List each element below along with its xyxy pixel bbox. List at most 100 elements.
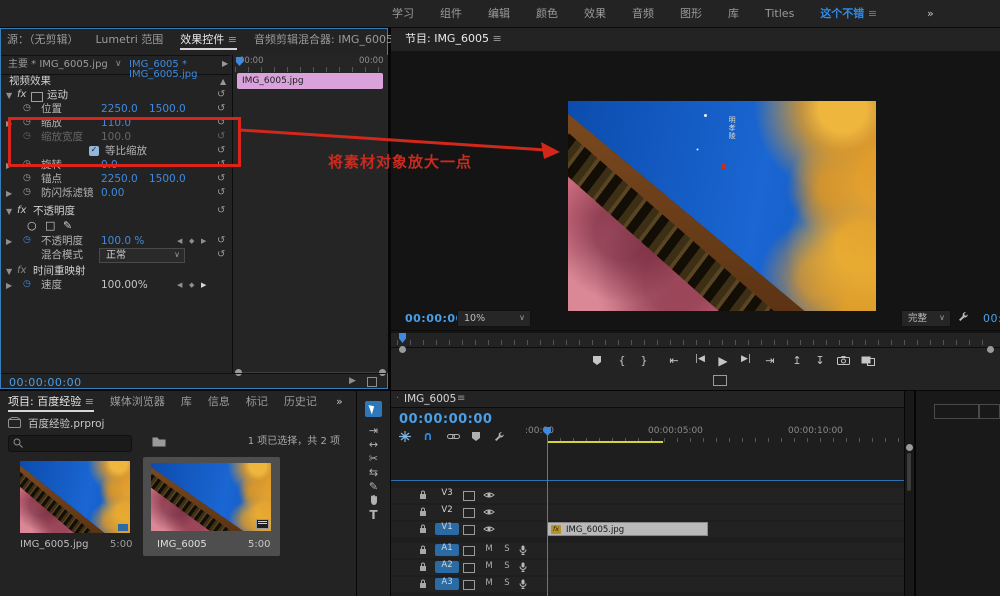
track-row-a1[interactable]: A1 M S [391,543,904,558]
add-keyframe-icon[interactable]: ◆ [189,238,194,245]
collapse-icon[interactable]: ▲ [220,78,226,86]
ec-row-opacity-section[interactable]: ▶ fx 不透明度 ↺ [1,205,233,219]
lift-icon[interactable]: ↥ [789,355,805,366]
project-item-name[interactable]: IMG_6005.jpg [20,540,88,550]
mic-icon[interactable] [519,562,527,573]
fx-icon[interactable]: fx [17,206,26,216]
panel-menu-icon[interactable]: ≡ [457,394,465,404]
nest-toggle-icon[interactable] [399,431,411,442]
track-name[interactable]: V1 [435,523,459,535]
program-ruler[interactable] [391,330,1000,348]
comparison-view-icon[interactable] [859,356,877,366]
track-area-divider[interactable] [391,480,904,481]
wrench-icon[interactable] [957,311,969,323]
mic-icon[interactable] [519,579,527,590]
resolution-dropdown[interactable]: 完整 ∨ [901,310,951,327]
tab-effect-controls[interactable]: 效果控件 ≡ [180,34,237,50]
track-name[interactable]: V2 [435,506,459,518]
prev-keyframe-icon[interactable]: ◀ [177,238,182,245]
add-marker-icon[interactable] [471,431,481,442]
position-x-value[interactable]: 2250.0 [101,104,138,115]
workspace-tab-color[interactable]: 颜色 [536,8,558,19]
track-row-a3[interactable]: A3 M S [391,577,904,592]
ec-row-antiflicker[interactable]: ▶ ◷ 防闪烁滤镜 0.00 ↺ [1,187,233,201]
workspace-overflow-icon[interactable]: » [927,8,934,19]
sync-lock-icon[interactable] [463,563,475,573]
project-file-name[interactable]: 百度经验.prproj [28,419,104,430]
folder-icon[interactable] [152,436,166,447]
fx-icon[interactable]: fx [17,266,26,276]
menu-icon[interactable]: ≡ [868,7,877,20]
razor-tool[interactable]: ✂ [357,453,390,464]
position-y-value[interactable]: 1500.0 [149,104,186,115]
next-keyframe-icon[interactable]: ▶ [201,238,206,245]
ec-row-speed[interactable]: ▶ ◷ 速度 100.00% ◀ ◆ ▶ [1,279,233,293]
tab-lumetri[interactable]: Lumetri 范围 [96,34,164,50]
play-around-icon[interactable]: ▶ [349,377,356,386]
mute-button[interactable]: M [483,545,495,556]
timeline-playhead-line[interactable] [547,435,548,596]
mic-icon[interactable] [519,545,527,556]
tab-project[interactable]: 项目: 百度经验 ≡ [8,396,94,412]
track-select-tool[interactable]: ⇥ [357,425,390,436]
solo-button[interactable]: S [501,562,513,573]
lock-icon[interactable] [419,507,427,517]
lock-icon[interactable] [419,524,427,534]
ec-mini-ruler[interactable] [235,67,385,72]
timeline-clip[interactable]: fx IMG_6005.jpg [547,522,708,536]
sync-lock-icon[interactable] [463,546,475,556]
timeline-settings-wrench-icon[interactable] [493,431,505,443]
twirl-open-icon[interactable]: ▶ [5,93,13,99]
mark-out-icon[interactable]: } [637,355,651,366]
track-name[interactable]: A3 [435,578,459,590]
play-button[interactable]: ▶ [715,355,731,367]
extract-icon[interactable]: ↧ [812,355,828,366]
track-name[interactable]: A2 [435,561,459,573]
reset-icon[interactable]: ↺ [217,250,225,260]
selection-tool[interactable] [365,401,382,417]
marker-icon[interactable] [589,355,605,366]
ec-row-position[interactable]: ◷ 位置 2250.0 1500.0 ↺ [1,103,233,117]
pen-mask-icon[interactable]: ✎ [63,220,72,231]
project-item-thumbnail[interactable] [20,461,130,533]
stopwatch-icon-active[interactable]: ◷ [23,280,31,289]
twirl-closed-icon[interactable]: ▶ [6,282,12,290]
workspace-tab-effects[interactable]: 效果 [584,8,606,19]
timeline-ruler[interactable]: :00:00 00:00:05:00 00:00:10:00 [543,427,904,443]
snap-magnet-icon[interactable]: ∩ [423,430,433,442]
master-clip-label[interactable]: 主要 * IMG_6005.jpg [8,60,108,70]
ec-row-motion[interactable]: ▶ fx 运动 ↺ [1,89,233,103]
reset-icon[interactable]: ↺ [217,236,225,246]
timeline-vscrollbar[interactable] [905,391,914,596]
workspace-tab-learn[interactable]: 学习 [392,8,414,19]
twirl-closed-icon[interactable]: ▶ [6,190,12,198]
tab-libraries[interactable]: 库 [181,396,192,412]
tab-media-browser[interactable]: 媒体浏览器 [110,396,165,412]
project-item-name[interactable]: IMG_6005 [157,540,207,550]
stopwatch-icon-active[interactable]: ◷ [23,236,31,245]
solo-button[interactable]: S [501,545,513,556]
anchor-x-value[interactable]: 2250.0 [101,174,138,185]
rect-mask-icon[interactable]: □ [45,220,55,231]
sync-lock-icon[interactable] [463,580,475,590]
panel-menu-icon[interactable]: ≡ [228,33,237,46]
twirl-open-icon[interactable]: ▶ [5,269,13,275]
work-area-bar[interactable] [547,441,663,443]
lock-icon[interactable] [419,545,427,555]
fx-icon[interactable]: fx [17,90,26,100]
show-timeline-icon[interactable]: ▶ [222,60,228,68]
export-frame-icon[interactable] [835,356,851,365]
reset-icon[interactable]: ↺ [217,188,225,198]
tab-history[interactable]: 历史记 [284,396,317,412]
program-preview-image[interactable]: 明孝陵 [568,101,876,311]
panel-menu-icon[interactable]: ≡ [85,396,94,408]
pen-tool[interactable]: ✎ [357,481,390,492]
next-keyframe-icon[interactable]: ▶ [201,282,206,289]
workspace-tab-audio[interactable]: 音频 [632,8,654,19]
workspace-tab-titles[interactable]: Titles [765,8,794,19]
goto-out-icon[interactable]: ⇥ [761,355,779,366]
workspace-tab-edit[interactable]: 编辑 [488,8,510,19]
project-item-thumbnail[interactable] [151,463,271,531]
mute-button[interactable]: M [483,562,495,573]
anchor-y-value[interactable]: 1500.0 [149,174,186,185]
